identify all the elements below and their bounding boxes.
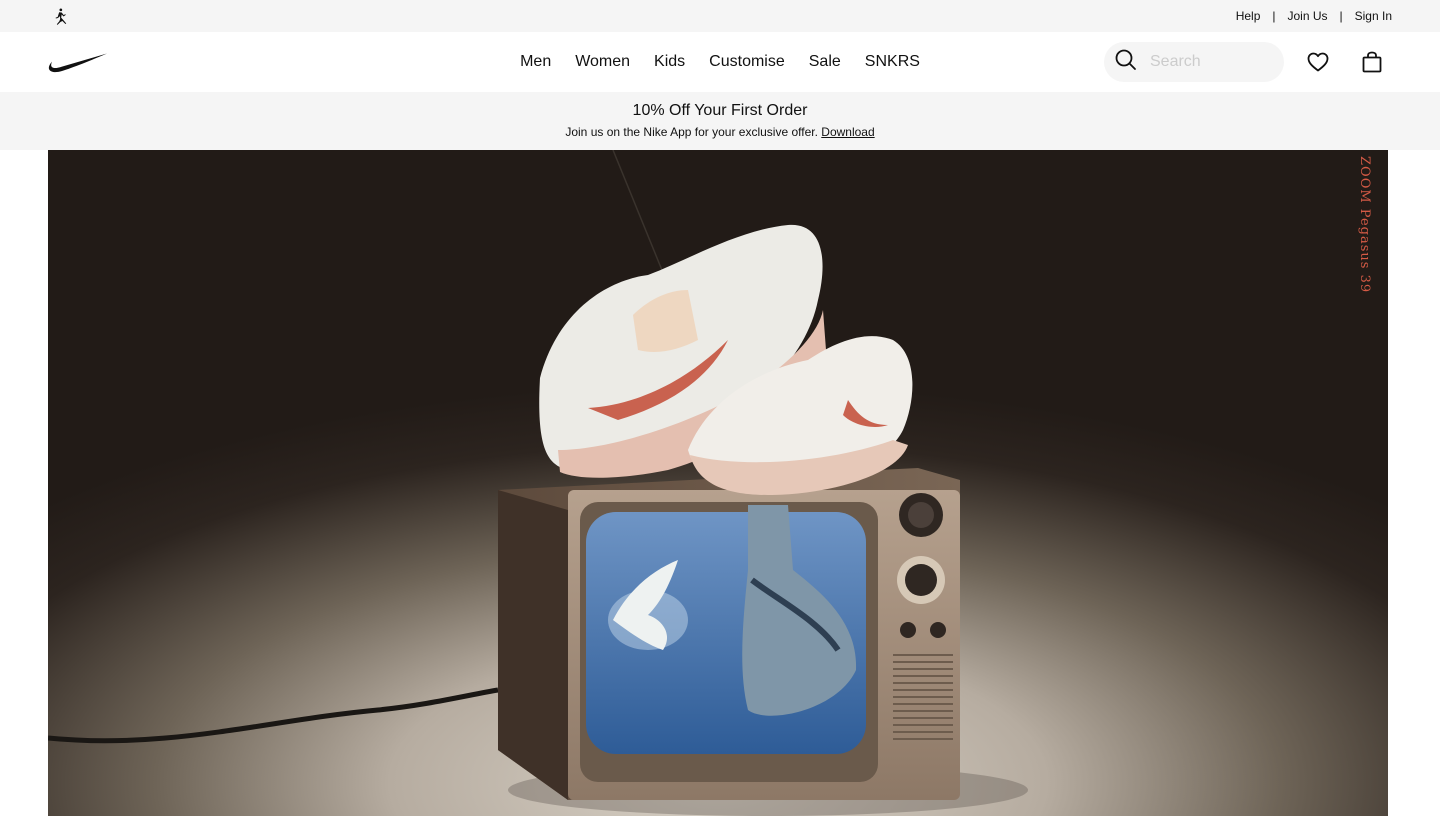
- search-icon[interactable]: [1114, 48, 1138, 77]
- search-box[interactable]: [1104, 42, 1284, 82]
- tv-cable: [48, 687, 499, 744]
- bag-icon[interactable]: [1352, 42, 1392, 82]
- nav-snkrs[interactable]: SNKRS: [853, 32, 932, 92]
- help-link[interactable]: Help: [1224, 9, 1273, 23]
- promo-title: 10% Off Your First Order: [632, 102, 808, 119]
- download-link[interactable]: Download: [821, 125, 874, 139]
- nav-kids[interactable]: Kids: [642, 32, 697, 92]
- nav-men[interactable]: Men: [508, 32, 563, 92]
- primary-nav: Men Women Kids Customise Sale SNKRS: [508, 32, 932, 92]
- nav-customise[interactable]: Customise: [697, 32, 797, 92]
- heart-icon[interactable]: [1298, 42, 1338, 82]
- hero-vertical-brand: ZOOM Pegasus 39: [1357, 156, 1372, 294]
- promo-subtitle: Join us on the Nike App for your exclusi…: [0, 125, 1440, 139]
- nav-sale[interactable]: Sale: [797, 32, 853, 92]
- sign-in-link[interactable]: Sign In: [1343, 9, 1392, 23]
- promo-banner: 10% Off Your First Order Join us on the …: [0, 92, 1440, 150]
- promo-subtitle-text: Join us on the Nike App for your exclusi…: [565, 125, 818, 139]
- utility-links: Help | Join Us | Sign In: [1224, 9, 1392, 23]
- hero-image[interactable]: ZOOM Pegasus 39: [48, 150, 1388, 816]
- jordan-jumpman-icon[interactable]: [48, 4, 72, 28]
- tv-illustration: [498, 468, 960, 800]
- join-us-link[interactable]: Join Us: [1276, 9, 1340, 23]
- search-input[interactable]: [1150, 53, 1270, 71]
- nike-swoosh-icon[interactable]: [48, 50, 108, 74]
- nav-actions: [1104, 42, 1392, 82]
- sneakers-illustration: [539, 224, 913, 495]
- utility-bar: Help | Join Us | Sign In: [0, 0, 1440, 32]
- nav-women[interactable]: Women: [563, 32, 642, 92]
- main-nav: Men Women Kids Customise Sale SNKRS: [0, 32, 1440, 92]
